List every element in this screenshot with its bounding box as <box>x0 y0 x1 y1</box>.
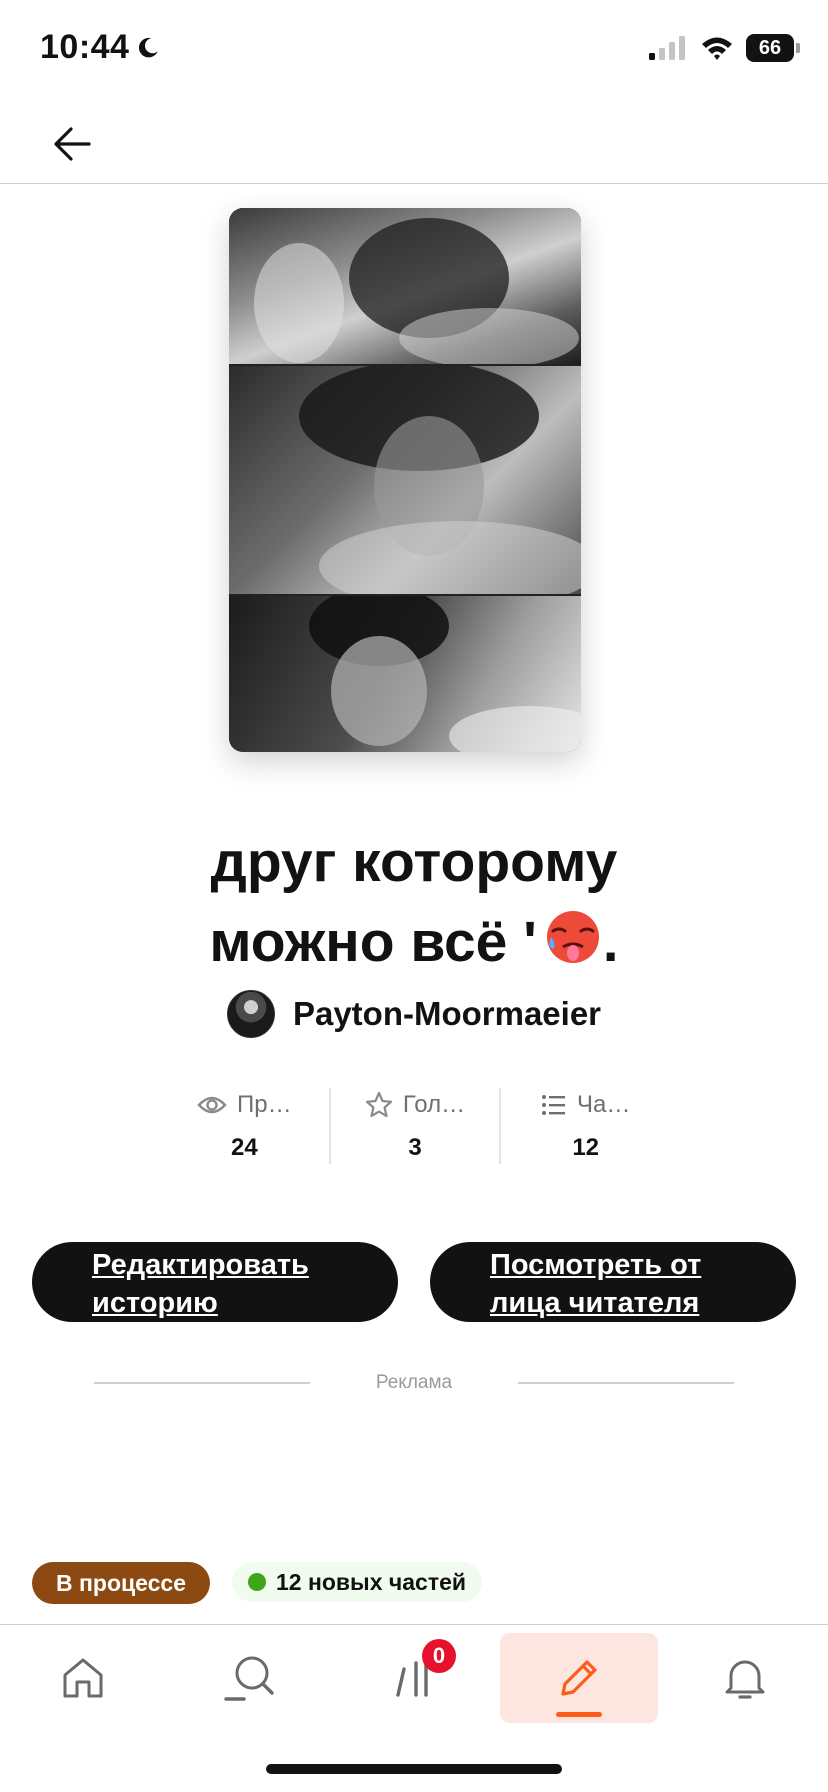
ad-divider: Реклама <box>94 1372 734 1394</box>
stat-parts-value: 12 <box>572 1134 600 1161</box>
wifi-icon <box>702 37 732 60</box>
stat-parts: Ча… 12 <box>499 1088 670 1164</box>
tab-search[interactable] <box>170 1633 328 1723</box>
back-button[interactable] <box>44 116 100 172</box>
signal-icon <box>649 36 685 60</box>
new-parts-label: 12 новых частей <box>276 1568 467 1595</box>
reader-view-button[interactable]: Посмотреть от лица читателя <box>430 1242 796 1322</box>
story-title: друг которому можно всё ' . <box>60 822 768 982</box>
status-icons: 66 <box>648 34 800 62</box>
home-indicator[interactable] <box>266 1764 562 1774</box>
status-tag: В процессе <box>32 1562 210 1604</box>
tab-library[interactable]: 0 <box>336 1633 494 1723</box>
story-title-line1: друг которому <box>210 830 618 894</box>
story-title-end: . <box>602 910 619 974</box>
notification-badge: 0 <box>422 1639 456 1673</box>
cover-panel-bottom <box>229 596 581 752</box>
star-icon <box>365 1091 392 1118</box>
story-stats: Пр… 24 Гол… 3 Ча… 12 <box>160 1088 670 1164</box>
battery-icon: 66 <box>746 34 800 62</box>
bell-icon <box>725 1660 765 1699</box>
stat-votes-value: 3 <box>408 1134 422 1161</box>
status-time: 10:44 <box>40 28 161 67</box>
stat-reads-label: Пр… <box>237 1091 292 1118</box>
stat-reads-value: 24 <box>230 1134 258 1161</box>
battery-level: 66 <box>758 36 782 59</box>
tab-home[interactable] <box>4 1633 162 1723</box>
story-title-line2-text: можно всё ' <box>209 910 537 974</box>
story-cover-image <box>229 208 581 752</box>
home-icon <box>63 1658 103 1698</box>
active-tab-indicator <box>556 1712 602 1717</box>
hot-face-emoji-icon <box>546 911 599 963</box>
story-title-line2: можно всё ' . <box>60 902 768 982</box>
stat-reads: Пр… 24 <box>160 1088 329 1164</box>
pencil-icon <box>561 1660 597 1696</box>
tab-notifications[interactable] <box>666 1633 824 1723</box>
clock-text: 10:44 <box>40 28 130 66</box>
status-bar: 10:44 66 <box>0 0 828 100</box>
ad-label: Реклама <box>375 1372 453 1393</box>
cover-panel-middle <box>229 366 581 594</box>
author-row[interactable]: Payton-Moormaeier <box>0 990 828 1038</box>
stat-parts-label: Ча… <box>577 1091 631 1118</box>
arrow-left-icon <box>54 127 91 161</box>
divider-line-left <box>94 1382 310 1384</box>
eye-icon <box>197 1096 227 1114</box>
moon-icon <box>139 37 159 57</box>
new-parts-badge: 12 новых частей <box>232 1562 483 1602</box>
tab-write[interactable] <box>500 1633 658 1723</box>
author-name[interactable]: Payton-Moormaeier <box>293 995 601 1033</box>
edit-story-button[interactable]: Редактировать историю <box>32 1242 398 1322</box>
divider-line-right <box>518 1382 734 1384</box>
stat-votes: Гол… 3 <box>328 1088 500 1164</box>
search-icon <box>224 1656 274 1701</box>
avatar[interactable] <box>226 990 275 1038</box>
cover-panel-top <box>229 208 581 364</box>
green-dot-icon <box>248 1573 266 1591</box>
top-nav <box>0 100 828 184</box>
list-icon <box>542 1095 565 1115</box>
stat-votes-label: Гол… <box>402 1091 466 1118</box>
